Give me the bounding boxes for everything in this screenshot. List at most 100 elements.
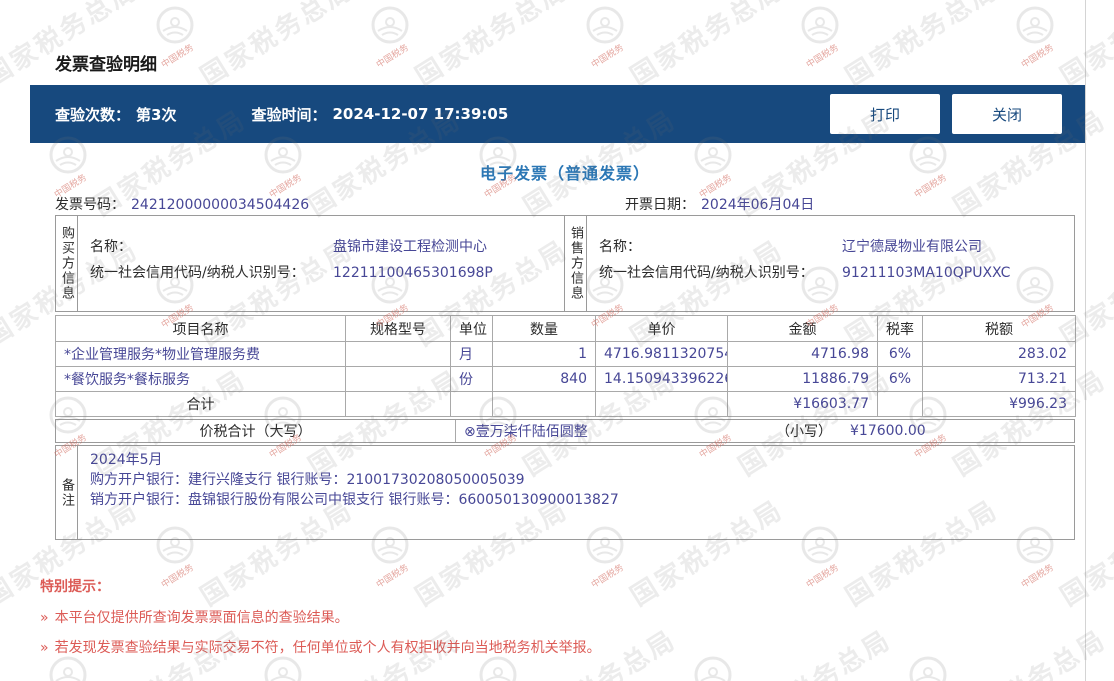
- seller-taxid-line: 统一社会信用代码/纳税人识别号： 91211103MA10QPUXXC: [599, 260, 1074, 286]
- watermark-text: 国家税务总局: [730, 620, 897, 681]
- notice-bullet: »: [40, 610, 49, 626]
- watermark-red-text: 中国税务: [159, 42, 196, 71]
- tax-emblem-icon: [694, 656, 732, 681]
- item-name: *企业管理服务*物业管理服务费: [55, 341, 346, 367]
- tax-emblem-icon: [371, 6, 409, 44]
- check-count: 查验次数： 第3次: [55, 104, 176, 125]
- grand-total-label: 价税合计（大写）: [56, 420, 456, 442]
- buyer-section: 购买方信息 名称： 盘锦市建设工程检测中心 统一社会信用代码/纳税人识别号： 1…: [56, 216, 565, 311]
- invoice-number: 发票号码： 24212000000034504426: [55, 194, 309, 214]
- buyer-name-label: 名称：: [90, 239, 132, 255]
- remark-side-label: 备注: [56, 446, 78, 539]
- col-header-tax: 税额: [922, 315, 1076, 342]
- check-count-value: 第3次: [136, 105, 177, 124]
- buyer-name-value: 盘锦市建设工程检测中心: [333, 239, 487, 255]
- items-header-row: 项目名称 规格型号 单位 数量 单价 金额 税率 税额: [55, 315, 1076, 342]
- seller-name-label: 名称：: [599, 239, 641, 255]
- item-tax: 283.02: [922, 341, 1076, 367]
- grand-total-words: ⊗壹万柒仟陆佰圆整: [464, 424, 588, 440]
- col-header-tax-rate: 税率: [877, 315, 923, 342]
- seller-name-value: 辽宁德晟物业有限公司: [842, 239, 982, 255]
- print-button[interactable]: 打印: [830, 94, 940, 134]
- remark-line: 销方开户银行：盘锦银行股份有限公司中银支行 银行账号：6600501309000…: [90, 492, 619, 508]
- tax-emblem-icon: [586, 6, 624, 44]
- buyer-taxid-label: 统一社会信用代码/纳税人识别号：: [90, 265, 305, 281]
- total-label: 合计: [55, 391, 346, 417]
- grand-total-row: 价税合计（大写） ⊗壹万柒仟陆佰圆整 （小写） ¥17600.00: [55, 419, 1075, 443]
- invoice-date-label: 开票日期：: [625, 197, 695, 213]
- page-title: 发票查验明细: [55, 55, 157, 75]
- tax-emblem-icon: [801, 6, 839, 44]
- item-spec: [345, 341, 451, 367]
- item-row: *餐饮服务*餐标服务 份 840 14.1509433962264 11886.…: [55, 366, 1076, 392]
- seller-name-line: 名称： 辽宁德晟物业有限公司: [599, 234, 1074, 260]
- item-price: 14.1509433962264: [595, 366, 728, 392]
- item-tax-rate: 6%: [877, 341, 923, 367]
- tax-emblem-icon: [909, 656, 947, 681]
- grand-total-figures: ¥17600.00: [850, 423, 926, 439]
- invoice-date: 开票日期： 2024年06月04日: [625, 194, 814, 214]
- seller-side-label: 销售方信息: [565, 216, 587, 311]
- watermark-tile: 国家税务总局中国税务: [800, 0, 1020, 95]
- notice-bullet: »: [40, 640, 49, 656]
- watermark-red-text: 中国税务: [804, 562, 841, 591]
- buyer-side-label: 购买方信息: [56, 216, 78, 311]
- item-tax: 713.21: [922, 366, 1076, 392]
- col-header-item-name: 项目名称: [55, 315, 346, 342]
- toolbar-buttons: 打印 关闭: [830, 94, 1062, 134]
- watermark-tile: 国家税务总局中国税务: [0, 0, 160, 95]
- seller-section: 销售方信息 名称： 辽宁德晟物业有限公司 统一社会信用代码/纳税人识别号： 91…: [565, 216, 1074, 311]
- col-header-amount: 金额: [727, 315, 878, 342]
- remark-box: 备注 2024年5月 购方开户银行：建行兴隆支行 银行账号：2100173020…: [55, 445, 1075, 540]
- item-amount: 11886.79: [727, 366, 878, 392]
- watermark-text: 国家税务总局: [840, 0, 1005, 93]
- item-qty: 1: [492, 341, 596, 367]
- check-time: 查验时间： 2024-12-07 17:39:05: [251, 104, 508, 125]
- invoice-date-value: 2024年06月04日: [701, 197, 815, 213]
- seller-taxid-label: 统一社会信用代码/纳税人识别号：: [599, 265, 814, 281]
- buyer-name-line: 名称： 盘锦市建设工程检测中心: [90, 234, 564, 260]
- watermark-tile: 国家税务总局中国税务: [693, 615, 913, 681]
- notice-item: » 本平台仅提供所查询发票票面信息的查验结果。: [40, 610, 349, 626]
- check-time-label: 查验时间：: [251, 105, 327, 124]
- invoice-number-value: 24212000000034504426: [131, 197, 310, 213]
- watermark-red-text: 中国税务: [589, 42, 626, 71]
- party-info-box: 购买方信息 名称： 盘锦市建设工程检测中心 统一社会信用代码/纳税人识别号： 1…: [55, 215, 1075, 312]
- special-notice: 特别提示： » 本平台仅提供所查询发票票面信息的查验结果。 » 若发现发票查验结果与…: [40, 576, 601, 670]
- watermark-text: 国家税务总局: [945, 620, 1112, 681]
- item-price: 4716.98113207547: [595, 341, 728, 367]
- invoice-verification-page: 国家税务总局中国税务国家税务总局中国税务国家税务总局中国税务国家税务总局中国税务…: [0, 0, 1114, 681]
- check-count-label: 查验次数：: [55, 105, 131, 124]
- watermark-tile: 国家税务总局中国税务: [585, 0, 805, 95]
- total-tax: ¥996.23: [922, 391, 1076, 417]
- watermark-text: 国家税务总局: [1055, 0, 1114, 93]
- item-row: *企业管理服务*物业管理服务费 月 1 4716.98113207547 471…: [55, 341, 1076, 367]
- remark-line: 购方开户银行：建行兴隆支行 银行账号：21001730208050005039: [90, 472, 525, 488]
- col-header-qty: 数量: [492, 315, 596, 342]
- seller-taxid-value: 91211103MA10QPUXXC: [842, 265, 1011, 281]
- tax-emblem-icon: [1016, 6, 1054, 44]
- item-unit: 份: [450, 366, 493, 392]
- watermark-tile: 国家税务总局中国税务: [908, 615, 1114, 681]
- close-button[interactable]: 关闭: [952, 94, 1062, 134]
- remark-content: 2024年5月 购方开户银行：建行兴隆支行 银行账号：2100173020805…: [78, 446, 1074, 539]
- watermark-red-text: 中国税务: [1019, 562, 1056, 591]
- tax-emblem-icon: [156, 6, 194, 44]
- watermark-tile: 国家税务总局中国税务: [370, 0, 590, 95]
- buyer-taxid-line: 统一社会信用代码/纳税人识别号： 12211100465301698P: [90, 260, 564, 286]
- watermark-tile: 国家税务总局中国税务: [155, 0, 375, 95]
- watermark-red-text: 中国税务: [374, 42, 411, 71]
- col-header-price: 单价: [595, 315, 728, 342]
- item-spec: [345, 366, 451, 392]
- col-header-spec: 规格型号: [345, 315, 451, 342]
- verification-toolbar: 查验次数： 第3次 查验时间： 2024-12-07 17:39:05 打印 关…: [30, 85, 1085, 143]
- watermark-tile: 国家税务总局中国税务: [1015, 0, 1114, 95]
- watermark-text: 国家税务总局: [410, 0, 575, 93]
- total-amount: ¥16603.77: [727, 391, 878, 417]
- buyer-taxid-value: 12211100465301698P: [333, 265, 493, 281]
- watermark-text: 国家税务总局: [625, 0, 790, 93]
- notice-item: » 若发现发票查验结果与实际交易不符，任何单位或个人有权拒收并向当地税务机关举报。: [40, 640, 601, 656]
- invoice-number-label: 发票号码：: [55, 197, 125, 213]
- col-header-unit: 单位: [450, 315, 493, 342]
- check-time-value: 2024-12-07 17:39:05: [332, 105, 509, 123]
